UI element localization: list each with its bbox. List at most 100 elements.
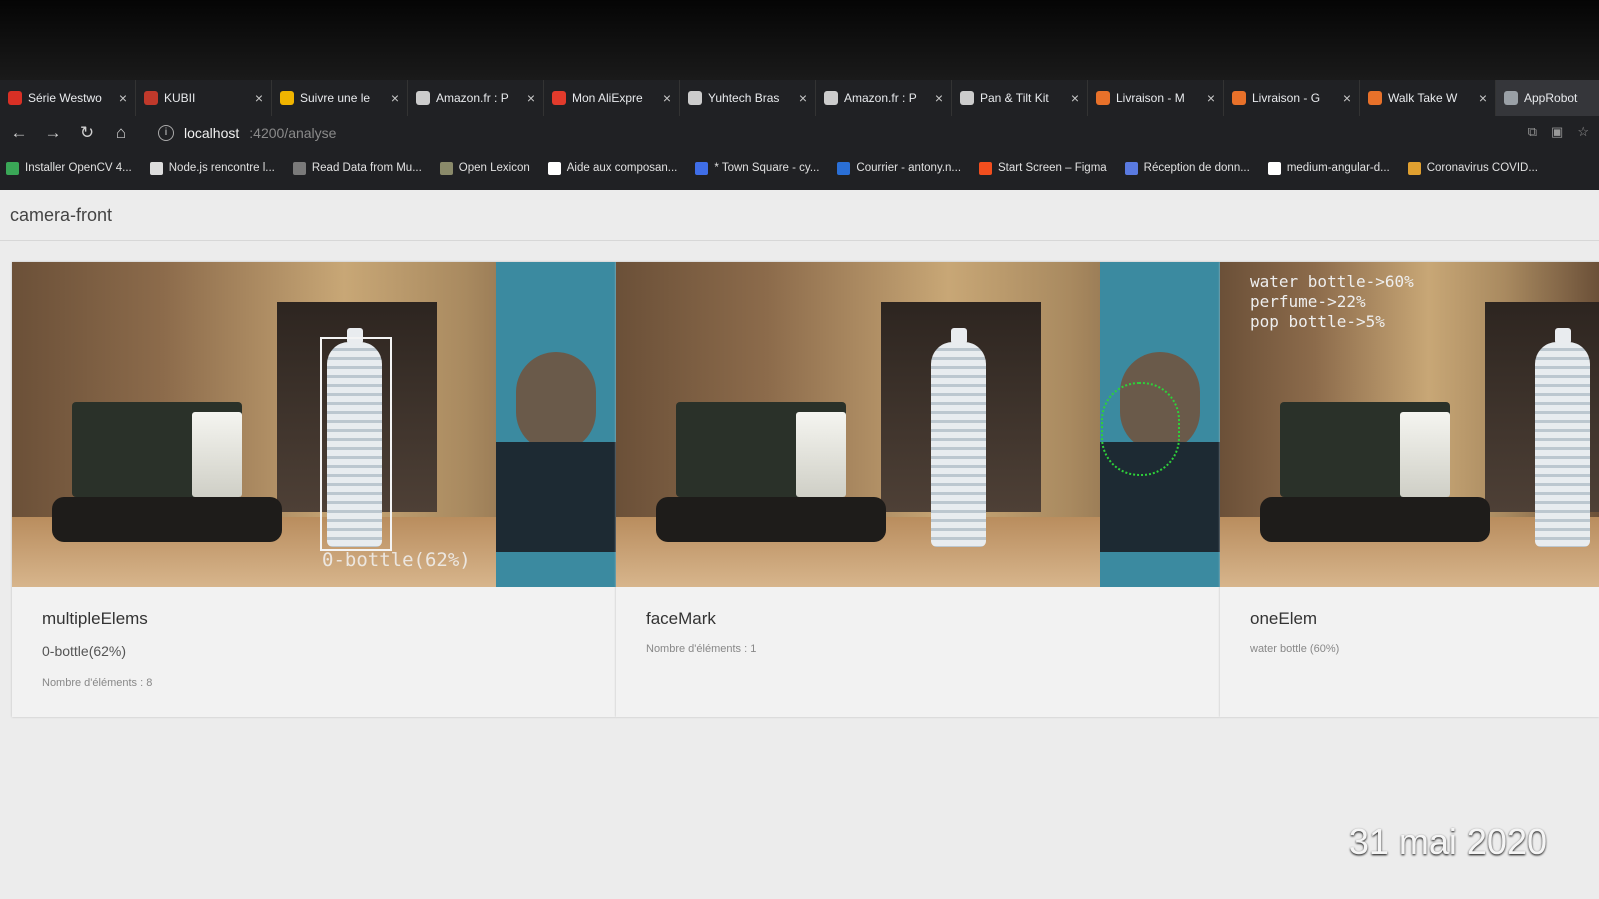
tab-close-icon[interactable]: × xyxy=(1343,90,1351,106)
bookmark-10[interactable]: Coronavirus COVID... xyxy=(1407,161,1538,175)
tab-title: Pan & Tilt Kit xyxy=(980,91,1049,105)
tab-4[interactable]: Mon AliExpre × xyxy=(544,80,680,116)
open-external-icon[interactable]: ⧉ xyxy=(1528,124,1537,140)
tab-title: Série Westwo xyxy=(28,91,102,105)
tab-favicon-icon xyxy=(824,91,838,105)
app-header: camera-front xyxy=(0,190,1599,241)
bookmark-label: Installer OpenCV 4... xyxy=(25,162,132,174)
bookmark-7[interactable]: Start Screen – Figma xyxy=(979,161,1107,175)
tab-favicon-icon xyxy=(1232,91,1246,105)
bookmark-favicon-icon xyxy=(1267,161,1281,175)
bookmark-favicon-icon xyxy=(837,161,851,175)
bookmark-favicon-icon xyxy=(6,161,19,175)
tab-close-icon[interactable]: × xyxy=(663,90,671,106)
toolbar-actions: ⧉ ▣ ☆ xyxy=(1528,124,1589,140)
card-detail: 0-bottle(62%) xyxy=(42,643,127,659)
tab-title: Yuhtech Bras xyxy=(708,91,780,105)
tab-6[interactable]: Amazon.fr : P × xyxy=(816,80,952,116)
card-image xyxy=(616,262,1220,587)
tab-close-icon[interactable]: × xyxy=(255,90,263,106)
tab-0[interactable]: Série Westwo × xyxy=(0,80,136,116)
card-title: oneElem xyxy=(1250,609,1318,628)
page-title: camera-front xyxy=(10,204,113,225)
home-icon[interactable]: ⌂ xyxy=(112,123,130,143)
tab-title: KUBII xyxy=(164,91,196,105)
analysis-cards: 0-bottle(62%) multipleElems 0-bottle(62%… xyxy=(12,262,1599,717)
tab-3[interactable]: Amazon.fr : P × xyxy=(408,80,544,116)
tab-1[interactable]: KUBII × xyxy=(136,80,272,116)
bookmark-label: Coronavirus COVID... xyxy=(1426,162,1538,174)
bookmark-favicon-icon xyxy=(149,161,163,175)
tab-close-icon[interactable]: × xyxy=(1071,90,1079,106)
bookmark-label: Node.js rencontre l... xyxy=(168,162,275,174)
browser-toolbar: ← → ↻ ⌂ i localhost :4200/analyse ⧉ ▣ ☆ xyxy=(0,116,1599,150)
translate-icon[interactable]: ▣ xyxy=(1551,124,1563,140)
tab-favicon-icon xyxy=(416,91,430,105)
bookmark-9[interactable]: medium-angular-d... xyxy=(1267,161,1390,175)
bookmark-4[interactable]: Aide aux composan... xyxy=(547,161,677,175)
card-image: water bottle->60% perfume->22% pop bottl… xyxy=(1220,262,1599,587)
tab-title: Amazon.fr : P xyxy=(436,91,509,105)
address-host: localhost xyxy=(184,125,240,141)
camera-frame xyxy=(12,262,616,587)
bookmark-5[interactable]: * Town Square - cy... xyxy=(695,161,820,175)
bookmark-favicon-icon xyxy=(547,161,561,175)
bookmark-label: Open Lexicon xyxy=(458,162,530,174)
tab-close-icon[interactable]: × xyxy=(1207,90,1215,106)
tab-title: Amazon.fr : P xyxy=(844,91,917,105)
back-icon[interactable]: ← xyxy=(10,123,28,143)
tab-7[interactable]: Pan & Tilt Kit × xyxy=(952,80,1088,116)
tab-8[interactable]: Livraison - M × xyxy=(1088,80,1224,116)
card-title: multipleElems xyxy=(42,609,148,628)
card-multipleElems: 0-bottle(62%) multipleElems 0-bottle(62%… xyxy=(12,262,616,717)
bookmark-2[interactable]: Read Data from Mu... xyxy=(292,161,422,175)
site-info-icon[interactable]: i xyxy=(158,125,174,141)
bookmark-favicon-icon xyxy=(292,161,306,175)
tab-favicon-icon xyxy=(688,91,702,105)
bookmark-label: Courrier - antony.n... xyxy=(856,162,962,174)
tab-close-icon[interactable]: × xyxy=(1479,90,1487,106)
bookmark-3[interactable]: Open Lexicon xyxy=(439,161,530,175)
bookmark-8[interactable]: Réception de donn... xyxy=(1124,161,1250,175)
forward-icon[interactable]: → xyxy=(44,123,62,143)
bookmark-0[interactable]: Installer OpenCV 4... xyxy=(6,161,132,175)
tab-9[interactable]: Livraison - G × xyxy=(1224,80,1360,116)
bookmark-star-icon[interactable]: ☆ xyxy=(1577,124,1589,140)
tab-close-icon[interactable]: × xyxy=(799,90,807,106)
card-image: 0-bottle(62%) xyxy=(12,262,616,587)
classification-overlay: water bottle->60% perfume->22% pop bottl… xyxy=(1250,272,1414,331)
reload-icon[interactable]: ↻ xyxy=(78,123,96,143)
bookmark-label: * Town Square - cy... xyxy=(714,162,820,174)
tab-favicon-icon xyxy=(960,91,974,105)
tab-favicon-icon xyxy=(1096,91,1110,105)
bookmark-label: Read Data from Mu... xyxy=(311,162,422,174)
tab-favicon-icon xyxy=(8,91,22,105)
tab-strip: Série Westwo × KUBII × Suivre une le × Amazon.… xyxy=(0,80,1599,116)
tab-title: Livraison - G xyxy=(1252,91,1321,105)
tab-favicon-icon xyxy=(1368,91,1382,105)
tab-5[interactable]: Yuhtech Bras × xyxy=(680,80,816,116)
card-oneElem: water bottle->60% perfume->22% pop bottl… xyxy=(1220,262,1599,717)
tab-close-icon[interactable]: × xyxy=(119,90,127,106)
tab-title: Walk Take W xyxy=(1388,91,1458,105)
tab-close-icon[interactable]: × xyxy=(391,90,399,106)
bookmark-favicon-icon xyxy=(439,161,453,175)
bookmark-favicon-icon xyxy=(979,161,993,175)
tab-title: Livraison - M xyxy=(1116,91,1185,105)
tab-title: Mon AliExpre xyxy=(572,91,643,105)
tab-close-icon[interactable]: × xyxy=(935,90,943,106)
detection-box xyxy=(320,337,392,551)
photo-date-stamp: 31 mai 2020 xyxy=(1348,821,1547,862)
tab-2[interactable]: Suivre une le × xyxy=(272,80,408,116)
bookmark-6[interactable]: Courrier - antony.n... xyxy=(837,161,962,175)
tab-favicon-icon xyxy=(1504,91,1518,105)
monitor-bezel xyxy=(0,0,1599,80)
tab-favicon-icon xyxy=(552,91,566,105)
address-path: :4200/analyse xyxy=(249,125,337,141)
tab-close-icon[interactable]: × xyxy=(527,90,535,106)
address-bar[interactable]: i localhost :4200/analyse xyxy=(158,125,336,141)
tab-10[interactable]: Walk Take W × xyxy=(1360,80,1496,116)
tab-11[interactable]: AppRobot× xyxy=(1496,80,1599,116)
bookmark-1[interactable]: Node.js rencontre l... xyxy=(149,161,275,175)
browser-chrome: Série Westwo × KUBII × Suivre une le × Amazon.… xyxy=(0,80,1599,190)
